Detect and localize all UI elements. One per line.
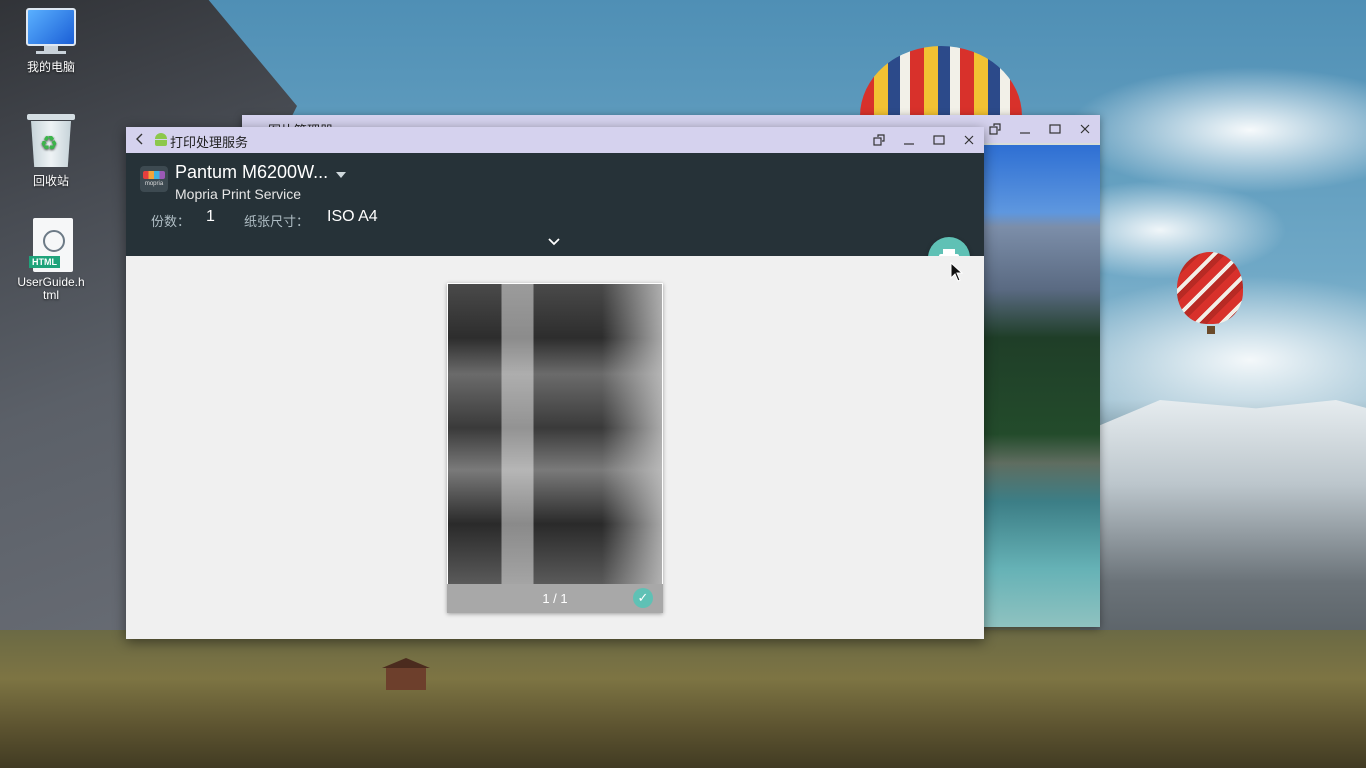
window-title: 打印处理服务	[170, 135, 249, 150]
expand-options-chevron-down-icon[interactable]	[544, 231, 564, 251]
paper-size-label: 纸张尺寸：	[244, 214, 310, 229]
wallpaper-ground	[0, 630, 1366, 768]
wallpaper-balloon-small	[1177, 252, 1243, 324]
copies-label: 份数：	[151, 214, 191, 229]
html-badge: HTML	[29, 256, 60, 268]
print-service-titlebar[interactable]: 打印处理服务	[126, 127, 984, 153]
minimize-icon[interactable]	[894, 127, 924, 153]
copies-value[interactable]: 1	[206, 208, 215, 226]
computer-icon	[24, 8, 78, 54]
android-icon	[154, 132, 168, 146]
rotate-icon[interactable]	[864, 127, 894, 153]
rotate-icon[interactable]	[980, 115, 1010, 143]
printer-dropdown-icon[interactable]	[336, 171, 348, 181]
printer-name[interactable]: Pantum M6200W...	[175, 162, 328, 183]
page-selected-check-icon[interactable]: ✓	[633, 588, 653, 608]
mopria-logo-icon: mopria	[140, 166, 168, 192]
maximize-icon[interactable]	[924, 127, 954, 153]
desktop-icon-label: 我的电脑	[26, 60, 75, 74]
desktop-icon-computer[interactable]: 我的电脑	[6, 8, 96, 75]
print-options-header: mopria Pantum M6200W... Mopria Print Ser…	[126, 153, 984, 256]
wallpaper-balloon-basket	[1207, 326, 1215, 334]
desktop-icon-userguide[interactable]: HTML UserGuide.h tml	[6, 218, 96, 302]
preview-page-footer: 1 / 1 ✓	[447, 584, 663, 613]
mouse-cursor-icon	[950, 262, 964, 282]
maximize-icon[interactable]	[1040, 115, 1070, 143]
picture-manager-photo	[984, 145, 1100, 627]
printer-service-name: Mopria Print Service	[175, 186, 302, 202]
html-file-icon: HTML	[29, 218, 73, 272]
close-icon[interactable]	[1070, 115, 1100, 143]
minimize-icon[interactable]	[1010, 115, 1040, 143]
desktop-icon-label: 回收站	[32, 174, 69, 188]
print-preview-area: 1 / 1 ✓	[126, 256, 984, 639]
desktop: 我的电脑 ♻ 回收站 HTML UserGuide.h tml 图片管理器	[0, 0, 1366, 768]
desktop-icon-recycle-bin[interactable]: ♻ 回收站	[6, 114, 96, 189]
back-button[interactable]	[132, 130, 148, 150]
close-icon[interactable]	[954, 127, 984, 153]
paper-size-value[interactable]: ISO A4	[327, 208, 378, 226]
recycle-bin-icon: ♻	[27, 114, 75, 168]
preview-page[interactable]: 1 / 1 ✓	[447, 283, 663, 613]
page-indicator: 1 / 1	[542, 591, 568, 606]
wallpaper-hut	[382, 658, 430, 690]
desktop-icon-label: UserGuide.h tml	[17, 275, 85, 302]
mopria-logo-text: mopria	[144, 181, 164, 187]
print-service-window[interactable]: 打印处理服务 mopria Pantum M6200W... Mopria Pr…	[126, 127, 984, 639]
preview-page-image	[448, 284, 662, 584]
